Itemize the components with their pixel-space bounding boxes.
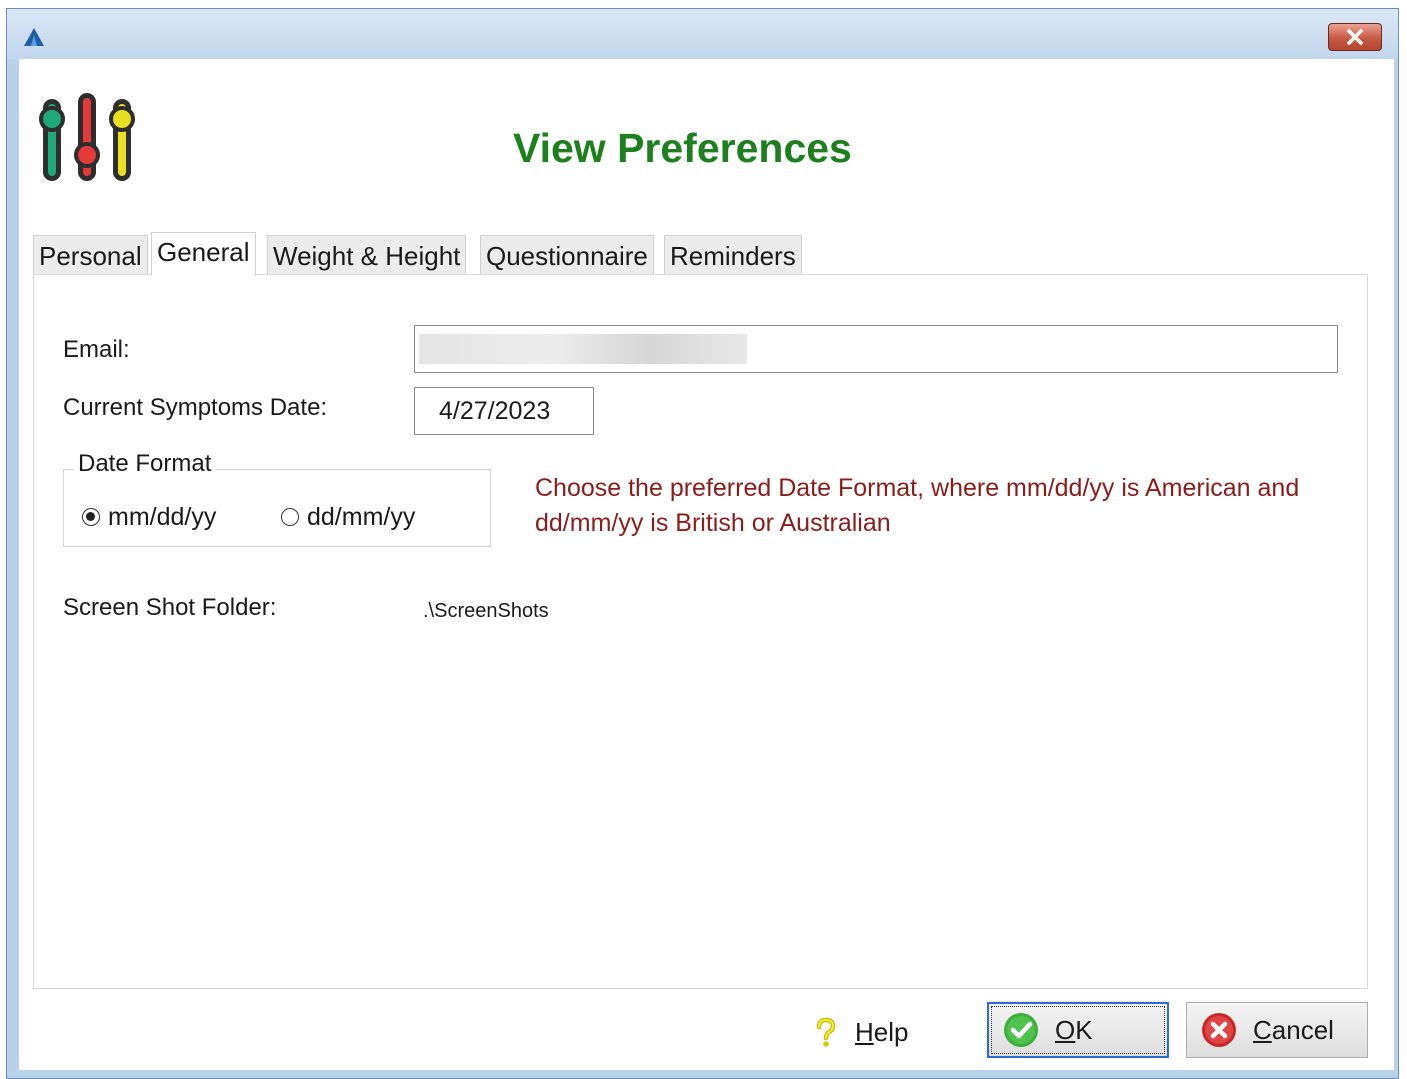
- cancel-label: Cancel: [1253, 1014, 1334, 1045]
- screenshot-folder-label: Screen Shot Folder:: [63, 594, 277, 621]
- email-redacted-value: [419, 334, 747, 364]
- title-bar[interactable]: [7, 9, 1398, 59]
- general-tab-panel: [33, 274, 1368, 989]
- help-button[interactable]: Help: [815, 1017, 908, 1048]
- email-label: Email:: [63, 336, 130, 363]
- close-icon: [1347, 29, 1363, 45]
- help-label: Help: [855, 1017, 909, 1047]
- date-format-hint: Choose the preferred Date Format, where …: [535, 474, 1300, 537]
- radio-button-unchecked[interactable]: [281, 508, 299, 526]
- symptoms-date-field[interactable]: 4/27/2023: [414, 387, 594, 435]
- red-x-icon: [1202, 1013, 1236, 1047]
- ok-button[interactable]: OK: [987, 1002, 1169, 1058]
- radio-dd-mm-yy[interactable]: dd/mm/yy: [281, 502, 415, 532]
- app-logo-icon: [23, 27, 45, 52]
- date-format-legend: Date Format: [74, 450, 216, 478]
- radio-mm-dd-yy[interactable]: mm/dd/yy: [82, 502, 216, 532]
- dialog-body: View Preferences Personal General Weight…: [19, 59, 1394, 1070]
- symptoms-date-label: Current Symptoms Date:: [63, 394, 328, 421]
- date-format-group: Date Format mm/dd/yy dd/mm/yy: [63, 450, 491, 547]
- ok-label: OK: [1055, 1014, 1093, 1045]
- email-field[interactable]: [414, 325, 1338, 373]
- sliders-icon: [37, 87, 137, 192]
- tab-personal[interactable]: Personal: [33, 235, 148, 275]
- radio-dd-mm-yy-label: dd/mm/yy: [307, 502, 416, 531]
- radio-mm-dd-yy-label: mm/dd/yy: [108, 502, 217, 531]
- dialog-title: View Preferences: [513, 125, 852, 171]
- tab-weight-height[interactable]: Weight & Height: [267, 235, 467, 275]
- dialog-window: View Preferences Personal General Weight…: [6, 8, 1399, 1079]
- close-button[interactable]: [1328, 23, 1382, 51]
- radio-button-checked[interactable]: [82, 508, 100, 526]
- screenshot-folder-value: .\ScreenShots: [423, 600, 549, 622]
- cancel-button[interactable]: Cancel: [1186, 1002, 1368, 1058]
- tab-questionnaire[interactable]: Questionnaire: [480, 235, 654, 275]
- tab-reminders[interactable]: Reminders: [664, 235, 802, 275]
- tab-general[interactable]: General: [151, 232, 256, 276]
- question-mark-icon: [816, 1017, 836, 1047]
- green-check-icon: [1004, 1013, 1038, 1047]
